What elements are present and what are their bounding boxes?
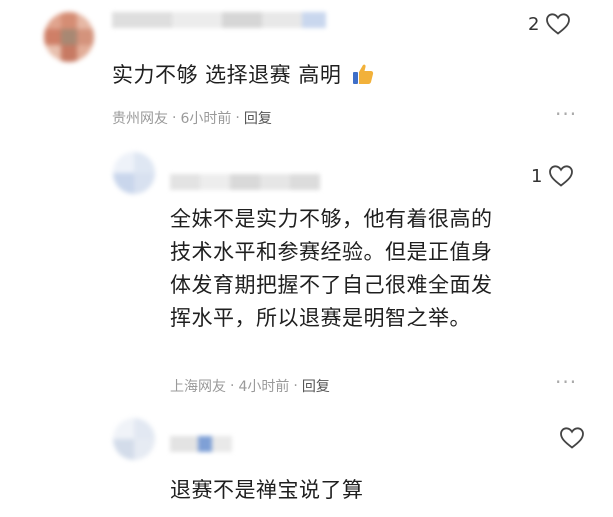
thumbs-up-icon [351,62,375,96]
heart-outline-icon[interactable] [548,164,574,188]
like-control[interactable]: 1 [531,164,574,188]
location: 贵州网友 [112,111,168,127]
username[interactable] [170,436,232,452]
timestamp: 6小时前 [180,111,232,127]
avatar[interactable] [113,152,155,194]
username[interactable] [170,174,320,190]
avatar[interactable] [44,12,94,62]
heart-outline-icon[interactable] [559,426,585,450]
reply-button[interactable]: 回复 [244,108,272,128]
more-dots-icon[interactable]: ··· [555,104,577,124]
like-control[interactable]: 2 [528,12,571,36]
comment-text: 全妹不是实力不够，他有着很高的 技术水平和参赛经验。但是正值身 体发育期把握不了… [170,207,493,330]
heart-outline-icon[interactable] [545,12,571,36]
username[interactable] [112,12,326,28]
timestamp: 4小时前 [238,379,290,395]
comment-item: 退赛不是禅宝说了算 [0,402,613,517]
comment-text: 实力不够 选择退赛 高明 [112,59,375,96]
comment-item: 2 实力不够 选择退赛 高明 贵州网友 · 6小时前 · 回复 ··· [0,0,613,140]
comment-meta: 上海网友 · 4小时前 · 回复 [170,376,330,396]
like-count: 2 [528,13,540,35]
comment-item: 1 全妹不是实力不够，他有着很高的 技术水平和参赛经验。但是正值身 体发育期把握… [0,140,613,402]
comment-text: 退赛不是禅宝说了算 [170,478,364,502]
reply-button[interactable]: 回复 [302,376,330,396]
like-control[interactable] [553,426,585,450]
avatar[interactable] [113,418,155,460]
comment-meta: 贵州网友 · 6小时前 · 回复 [112,108,272,128]
more-dots-icon[interactable]: ··· [555,372,577,392]
like-count: 1 [531,165,543,187]
location: 上海网友 [170,379,226,395]
